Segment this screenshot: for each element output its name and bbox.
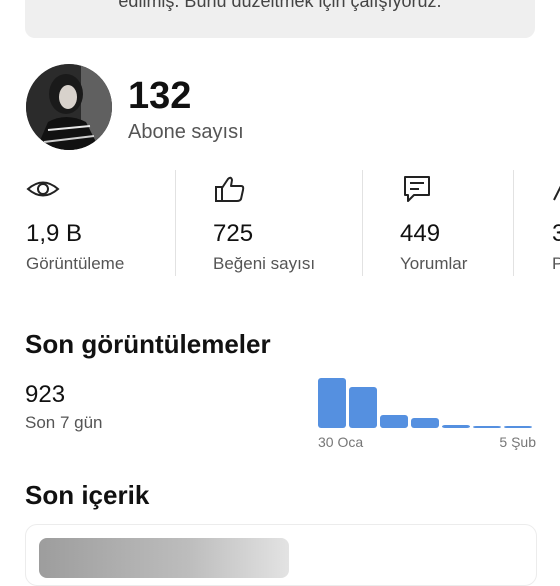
recent-views-period: Son 7 gün <box>25 413 103 432</box>
stat-likes[interactable]: 725 Beğeni sayısı <box>213 170 353 276</box>
chart-bar <box>380 415 408 428</box>
x-tick-label: 30 Oca <box>318 434 363 450</box>
stat-divider <box>362 170 363 276</box>
share-icon <box>553 185 560 201</box>
stat-comments[interactable]: 449 Yorumlar <box>400 170 510 276</box>
stat-views[interactable]: 1,9 B Görüntüleme <box>26 170 166 276</box>
recent-views-chart: 30 Oca 5 Şub <box>318 378 536 450</box>
content-thumbnail[interactable] <box>39 538 289 578</box>
thumbs-up-icon <box>215 176 245 202</box>
stat-shares-value: 3 <box>552 220 560 247</box>
chart-bar <box>349 387 377 428</box>
stat-views-label: Görüntüleme <box>26 254 125 273</box>
info-banner: edilmiş. Bunu düzeltmek için çalışıyoruz… <box>25 0 535 38</box>
subscriber-count: 132 <box>128 75 192 117</box>
stat-divider <box>513 170 514 276</box>
stat-comments-label: Yorumlar <box>400 254 468 273</box>
stat-comments-value: 449 <box>400 220 441 247</box>
avatar[interactable] <box>26 64 112 150</box>
banner-text: edilmiş. Bunu düzeltmek için çalışıyoruz… <box>118 0 442 11</box>
subscriber-label: Abone sayısı <box>128 121 244 143</box>
recent-views-title: Son görüntülemeler <box>25 329 271 359</box>
stat-likes-value: 725 <box>213 220 254 247</box>
stat-views-value: 1,9 B <box>26 220 83 247</box>
x-tick-label: 5 Şub <box>499 434 536 450</box>
chart-bar <box>473 426 501 428</box>
chart-bar <box>411 418 439 428</box>
eye-icon <box>26 181 60 197</box>
chart-bar <box>504 426 532 428</box>
recent-content-title: Son içerik <box>25 480 150 510</box>
stat-shares-label: P <box>552 254 560 273</box>
stat-likes-label: Beğeni sayısı <box>213 254 316 273</box>
chart-bar <box>318 378 346 428</box>
avatar-image <box>26 64 112 150</box>
comment-icon <box>404 176 430 202</box>
stat-divider <box>175 170 176 276</box>
content-card[interactable] <box>25 524 537 586</box>
chart-bar <box>442 425 470 428</box>
recent-views-value: 923 <box>25 381 66 408</box>
stat-shares[interactable]: 3 P <box>552 170 560 276</box>
